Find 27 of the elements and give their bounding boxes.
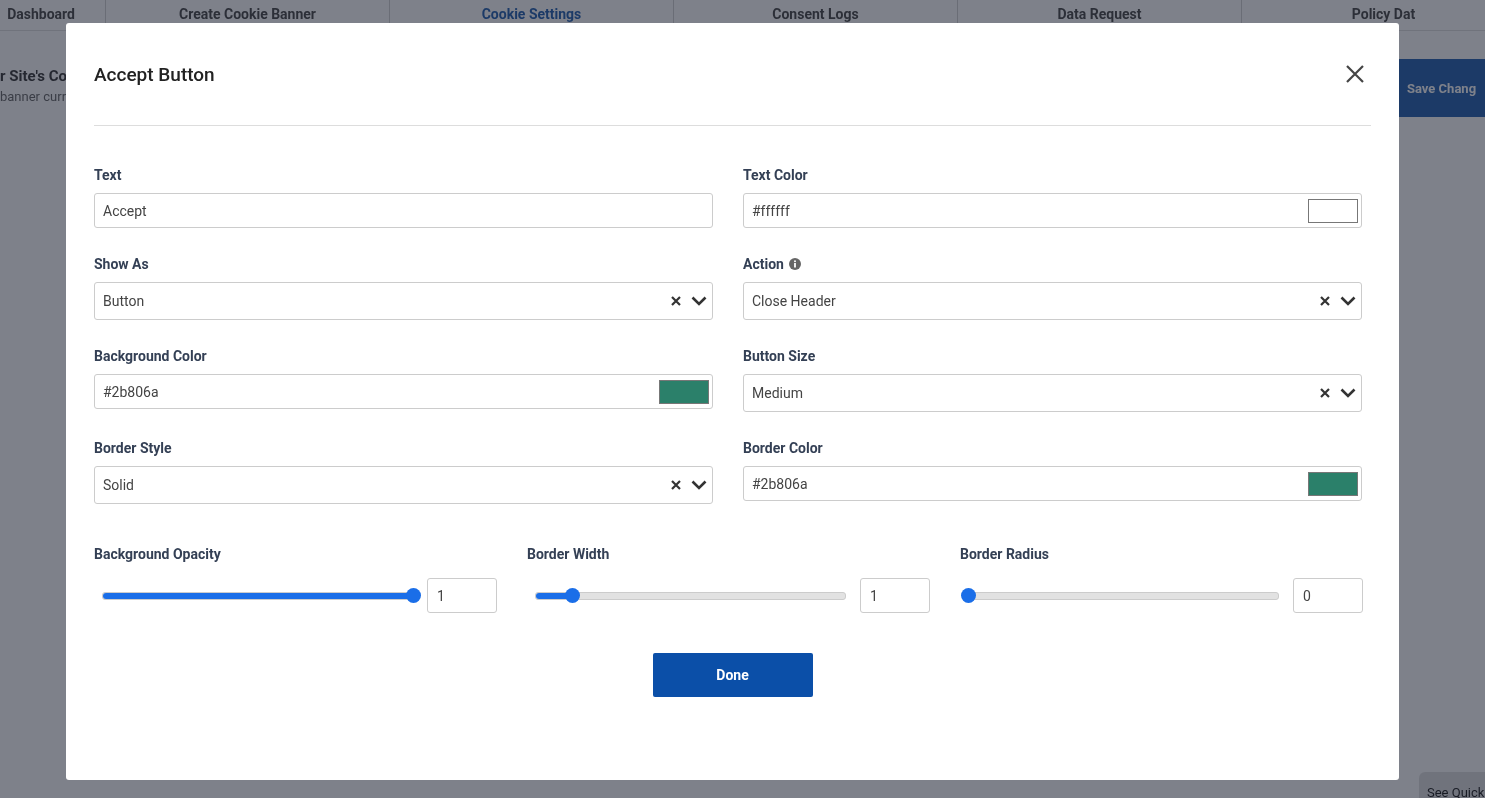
field-label: Show As <box>94 255 149 272</box>
page-subtext: banner curr <box>0 89 67 104</box>
number-field[interactable]: 1 <box>860 578 930 613</box>
done-button[interactable]: Done <box>652 653 813 697</box>
color-field[interactable]: #2b806a <box>743 466 1362 501</box>
select-field[interactable]: Solid <box>94 466 713 504</box>
color-field[interactable]: #ffffff <box>743 193 1362 228</box>
slider-label: Background Opacity <box>94 546 222 562</box>
color-field[interactable]: #2b806a <box>94 374 713 409</box>
modal-title: Accept Button <box>94 62 215 86</box>
slider-label: Border Radius <box>960 546 1050 562</box>
number-field[interactable]: 1 <box>427 578 497 613</box>
field-label: Border Style <box>94 439 172 456</box>
select-field[interactable]: Button <box>94 282 713 320</box>
number-field[interactable]: 0 <box>1293 578 1363 613</box>
slider-label: Border Width <box>527 546 611 562</box>
field-label: Border Color <box>743 439 823 456</box>
help-button[interactable]: See Quick <box>1419 772 1485 798</box>
select-field[interactable]: Medium <box>743 374 1362 412</box>
field-label: Action <box>743 255 784 272</box>
field-label: Background Color <box>94 347 207 364</box>
text-field[interactable]: Accept <box>94 193 713 228</box>
select-field[interactable]: Close Header <box>743 282 1362 320</box>
page-heading: r Site's Co <box>0 67 67 85</box>
field-label: Text Color <box>743 166 808 183</box>
field-label: Button Size <box>743 347 816 364</box>
field-label: Text <box>94 166 122 183</box>
